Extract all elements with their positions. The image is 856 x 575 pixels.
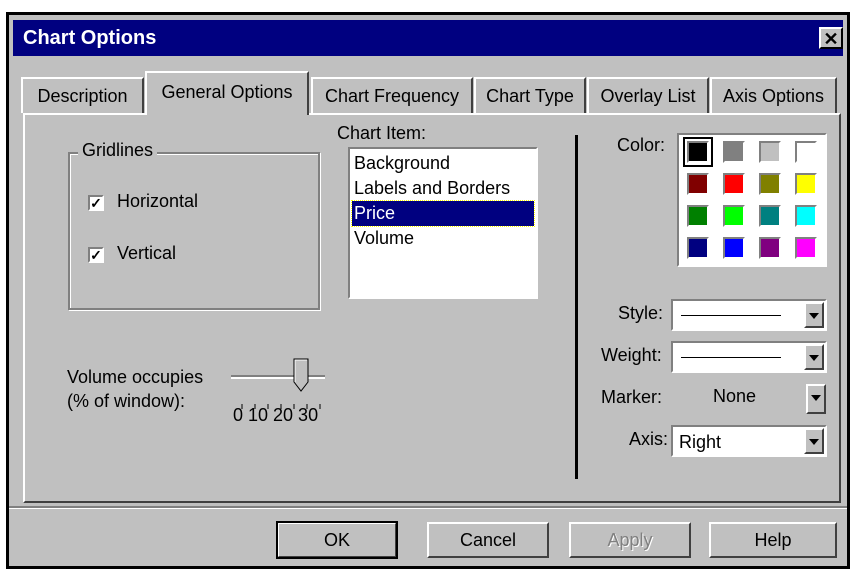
- volume-percent-label: (% of window):: [67, 391, 186, 411]
- window-title: Chart Options: [23, 27, 157, 49]
- general-options-panel: Gridlines ✓ Horizontal ✓ Vertical Chart …: [23, 113, 841, 503]
- line-style-preview: [681, 315, 781, 316]
- title-bar[interactable]: Chart Options ✕: [13, 20, 843, 56]
- color-swatch[interactable]: [759, 141, 781, 163]
- help-button[interactable]: Help: [709, 522, 837, 558]
- chevron-down-icon[interactable]: [804, 344, 824, 370]
- vertical-divider: [575, 135, 578, 479]
- axis-label: Axis:: [629, 429, 669, 449]
- cancel-label: Cancel: [459, 530, 517, 550]
- color-swatch[interactable]: [795, 237, 817, 259]
- color-swatch[interactable]: [687, 205, 709, 227]
- vertical-checkbox[interactable]: ✓: [88, 247, 104, 263]
- axis-value: Right: [679, 432, 722, 452]
- marker-label: Marker:: [601, 387, 663, 407]
- tab-label: Axis Options: [722, 86, 825, 106]
- volume-slider-thumb[interactable]: [293, 358, 309, 392]
- color-swatch[interactable]: [759, 205, 781, 227]
- apply-label: Apply: [607, 530, 653, 550]
- vertical-label: Vertical: [117, 243, 177, 263]
- color-label: Color:: [617, 135, 666, 155]
- tab-overlay-list[interactable]: Overlay List: [587, 77, 709, 113]
- color-swatch[interactable]: [723, 205, 745, 227]
- color-swatch[interactable]: [759, 237, 781, 259]
- color-swatch[interactable]: [759, 173, 781, 195]
- chevron-down-icon[interactable]: [804, 302, 824, 328]
- marker-value: None: [713, 386, 757, 406]
- tab-label: Chart Type: [486, 86, 574, 106]
- color-palette[interactable]: [677, 133, 827, 267]
- cancel-button[interactable]: Cancel: [427, 522, 549, 558]
- tab-chart-frequency[interactable]: Chart Frequency: [311, 77, 473, 113]
- ok-label: OK: [323, 530, 350, 550]
- tab-label: Chart Frequency: [324, 86, 460, 106]
- color-swatch[interactable]: [683, 137, 713, 167]
- style-dropdown[interactable]: [671, 299, 827, 331]
- color-swatch[interactable]: [723, 237, 745, 259]
- tab-label: Overlay List: [600, 86, 696, 106]
- color-swatch[interactable]: [723, 141, 745, 163]
- list-item[interactable]: Volume: [352, 226, 534, 251]
- line-weight-preview: [681, 357, 781, 358]
- chevron-down-icon[interactable]: [804, 428, 824, 454]
- list-item-selected[interactable]: Price: [351, 200, 535, 227]
- axis-dropdown[interactable]: Right: [671, 425, 827, 457]
- help-label: Help: [754, 530, 792, 550]
- color-swatch[interactable]: [687, 237, 709, 259]
- list-item[interactable]: Labels and Borders: [352, 176, 534, 201]
- bottom-divider: [9, 506, 847, 509]
- marker-dropdown[interactable]: None: [671, 383, 827, 415]
- tab-label: General Options: [161, 82, 293, 102]
- horizontal-checkbox[interactable]: ✓: [88, 195, 104, 211]
- chart-item-listbox[interactable]: Background Labels and Borders Price Volu…: [348, 147, 538, 299]
- volume-slider-ticks: [240, 397, 330, 409]
- tab-description[interactable]: Description: [21, 77, 144, 113]
- volume-scale-label: 0 10 20 30: [233, 405, 319, 425]
- volume-occupies-label: Volume occupies: [67, 367, 204, 387]
- list-item[interactable]: Background: [352, 151, 534, 176]
- weight-dropdown[interactable]: [671, 341, 827, 373]
- color-swatch[interactable]: [795, 205, 817, 227]
- apply-button[interactable]: Apply: [569, 522, 691, 558]
- chart-options-dialog: Chart Options ✕ Description General Opti…: [6, 12, 850, 569]
- ok-button[interactable]: OK: [276, 521, 398, 559]
- weight-label: Weight:: [601, 345, 662, 365]
- color-swatch[interactable]: [795, 173, 817, 195]
- horizontal-label: Horizontal: [117, 191, 199, 211]
- gridlines-group-label: Gridlines: [78, 140, 158, 161]
- style-label: Style:: [618, 303, 664, 323]
- color-swatch[interactable]: [795, 141, 817, 163]
- color-swatch[interactable]: [723, 173, 745, 195]
- color-swatch[interactable]: [687, 173, 709, 195]
- chevron-down-icon[interactable]: [806, 384, 826, 414]
- tab-chart-type[interactable]: Chart Type: [474, 77, 586, 113]
- gridlines-group: [68, 152, 320, 310]
- volume-slider-track[interactable]: [231, 375, 325, 379]
- tab-label: Description: [37, 86, 128, 106]
- tab-general-options[interactable]: General Options: [145, 71, 309, 115]
- close-icon[interactable]: ✕: [819, 27, 843, 49]
- chart-item-label: Chart Item:: [337, 123, 427, 143]
- tab-axis-options[interactable]: Axis Options: [710, 77, 837, 113]
